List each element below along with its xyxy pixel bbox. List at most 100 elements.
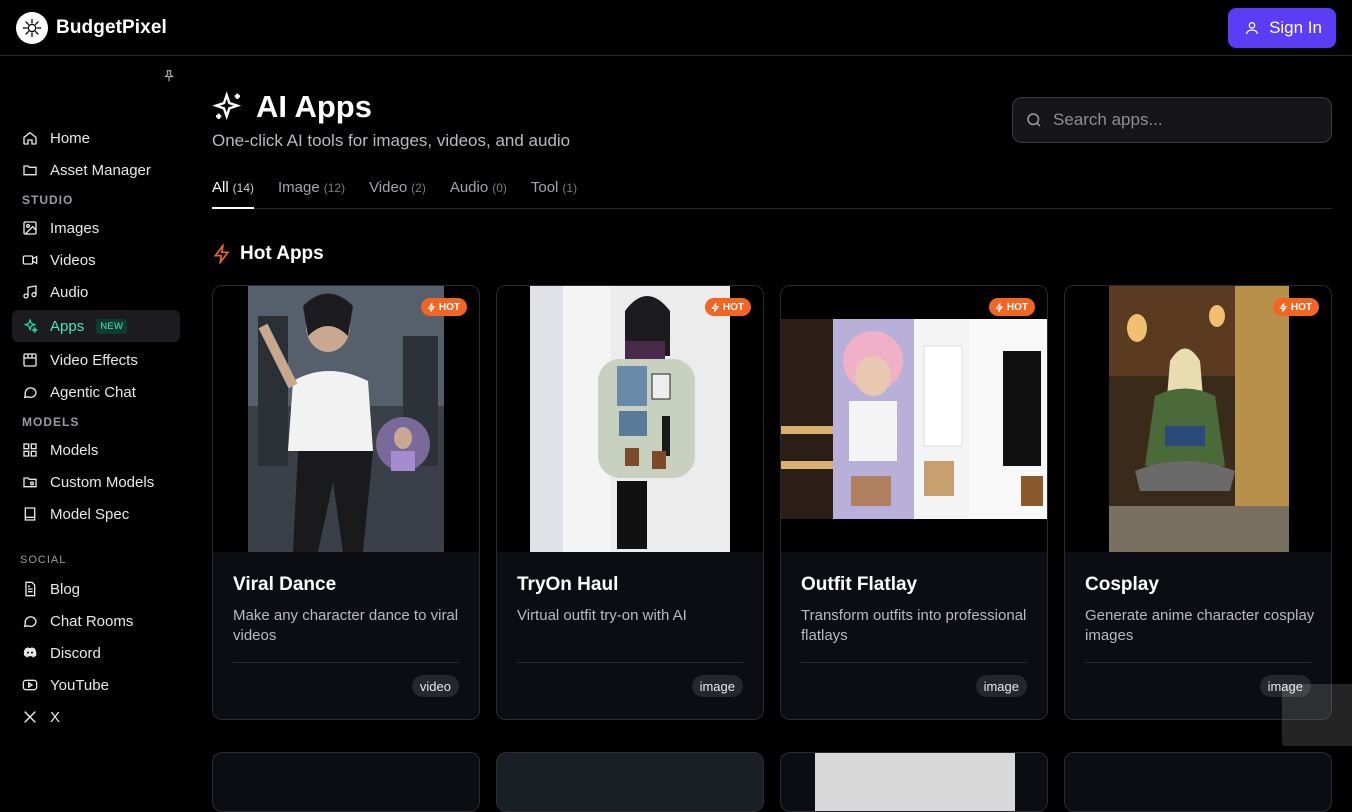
sidebar-item-home[interactable]: Home <box>12 122 180 154</box>
sidebar-item-chat-rooms[interactable]: Chat Rooms <box>12 605 180 637</box>
grid-icon <box>23 443 37 457</box>
sparkles-icon <box>212 91 242 121</box>
sidebar-item-label: Models <box>50 441 99 459</box>
page-title: AI Apps <box>256 89 372 124</box>
app-description: Generate anime character cosplay images <box>1085 607 1315 644</box>
music-icon <box>23 285 37 299</box>
app-card-partial[interactable] <box>212 752 480 812</box>
blog-icon <box>25 581 36 597</box>
lightning-icon <box>995 302 1004 312</box>
tab-tool[interactable]: Tool (1) <box>531 175 577 209</box>
tab-image[interactable]: Image (12) <box>278 175 345 209</box>
discord-icon <box>23 647 37 658</box>
tab-label: All <box>212 179 229 196</box>
folder-icon <box>23 165 37 176</box>
category-tabs: All (14) Image (12) Video (2) Audio (0) Tool… <box>212 175 1332 209</box>
section-title: Hot Apps <box>240 243 324 264</box>
app-card-viral-dance[interactable]: HOT Viral Dance Make any character dance… <box>212 285 480 720</box>
chat-icon <box>23 387 37 399</box>
app-card-cosplay[interactable]: HOT Cosplay Generate anime character cos… <box>1064 285 1332 720</box>
logo-icon <box>16 11 48 44</box>
user-icon <box>1246 21 1259 34</box>
app-description: Transform outfits into professional flat… <box>801 607 1027 644</box>
tab-count: (0) <box>492 181 507 195</box>
sparkles-icon <box>23 318 38 334</box>
sidebar: Home Asset Manager STUDIO Images Videos … <box>0 57 192 760</box>
app-card-tryon-haul[interactable]: HOT TryOn Haul Virtual outfit try-on wit… <box>496 285 764 720</box>
app-title: TryOn Haul <box>517 574 619 595</box>
tab-label: Image <box>278 179 320 196</box>
app-title: Cosplay <box>1085 574 1159 595</box>
search-box[interactable] <box>1012 97 1332 143</box>
sidebar-item-custom-models[interactable]: Custom Models <box>12 466 180 498</box>
tab-all[interactable]: All (14) <box>212 175 255 209</box>
page-header: AI Apps <box>212 89 372 125</box>
folder-search-icon <box>23 477 37 488</box>
video-icon <box>22 255 38 265</box>
sidebar-item-label: YouTube <box>50 676 109 694</box>
app-title: Outfit Flatlay <box>801 574 918 595</box>
sidebar-item-videos[interactable]: Videos <box>12 244 180 276</box>
home-icon <box>23 131 37 145</box>
tab-count: (1) <box>562 181 578 195</box>
sidebar-item-label: Agentic Chat <box>50 383 136 401</box>
divider <box>1085 662 1311 663</box>
sidebar-item-label: Home <box>50 129 91 147</box>
divider <box>517 662 743 663</box>
brand[interactable]: BudgetPixel <box>16 11 167 44</box>
app-thumbnail: HOT <box>781 286 1047 552</box>
hot-label: HOT <box>1006 301 1028 313</box>
app-description: Make any character dance to viral videos <box>233 607 459 644</box>
sidebar-item-video-effects[interactable]: Video Effects <box>12 344 180 376</box>
tab-count: (2) <box>411 181 426 195</box>
hot-label: HOT <box>722 301 744 313</box>
image-icon <box>23 221 37 235</box>
app-card-partial[interactable] <box>1064 752 1332 812</box>
section-social: SOCIAL <box>20 554 67 566</box>
sidebar-item-label: Audio <box>50 283 89 301</box>
lightning-icon <box>711 302 720 312</box>
chat-icon <box>23 616 37 628</box>
app-type-tag: image <box>691 675 743 697</box>
app-card-partial[interactable] <box>780 752 1048 812</box>
sidebar-item-youtube[interactable]: YouTube <box>12 669 180 701</box>
sidebar-item-x[interactable]: X <box>12 701 180 733</box>
hot-apps-heading: Hot Apps <box>212 243 324 265</box>
app-type-tag: video <box>411 675 459 697</box>
page-subtitle: One-click AI tools for images, videos, a… <box>212 131 571 150</box>
tab-count: (14) <box>232 181 255 195</box>
app-thumbnail <box>815 753 1015 811</box>
sign-in-button[interactable]: Sign In <box>1228 7 1336 48</box>
sidebar-item-label: Apps <box>50 317 85 335</box>
recaptcha-badge[interactable] <box>1282 684 1352 746</box>
app-card-outfit-flatlay[interactable]: HOT Outfit Flatlay Transform outfits int… <box>780 285 1048 720</box>
sidebar-item-models[interactable]: Models <box>12 434 180 466</box>
tab-label: Audio <box>449 179 489 196</box>
hot-label: HOT <box>438 301 460 313</box>
sidebar-item-model-spec[interactable]: Model Spec <box>12 498 180 530</box>
app-card-partial[interactable] <box>496 752 764 812</box>
sidebar-item-audio[interactable]: Audio <box>12 276 180 308</box>
sidebar-item-agentic-chat[interactable]: Agentic Chat <box>12 376 180 408</box>
sidebar-item-label: Asset Manager <box>50 161 151 179</box>
book-icon <box>24 507 36 521</box>
sidebar-item-asset-manager[interactable]: Asset Manager <box>12 154 180 186</box>
sidebar-item-label: Model Spec <box>50 505 130 523</box>
search-icon <box>1027 113 1041 127</box>
sidebar-item-discord[interactable]: Discord <box>12 637 180 669</box>
hot-badge: HOT <box>988 298 1035 316</box>
search-input[interactable] <box>1053 110 1313 130</box>
pin-icon[interactable] <box>162 69 176 83</box>
app-thumbnail: HOT <box>497 286 763 552</box>
app-type-tag: image <box>975 675 1027 697</box>
sidebar-item-label: Images <box>50 219 100 237</box>
sign-in-label: Sign In <box>1269 17 1322 37</box>
tab-audio[interactable]: Audio (0) <box>450 175 507 209</box>
sidebar-item-apps[interactable]: Apps NEW <box>12 310 180 342</box>
sidebar-item-label: Discord <box>50 644 101 662</box>
sidebar-item-blog[interactable]: Blog <box>12 573 180 605</box>
brand-name: BudgetPixel <box>56 16 167 38</box>
app-description: Virtual outfit try-on with AI <box>517 607 687 624</box>
tab-video[interactable]: Video (2) <box>369 175 426 209</box>
sidebar-item-images[interactable]: Images <box>12 212 180 244</box>
